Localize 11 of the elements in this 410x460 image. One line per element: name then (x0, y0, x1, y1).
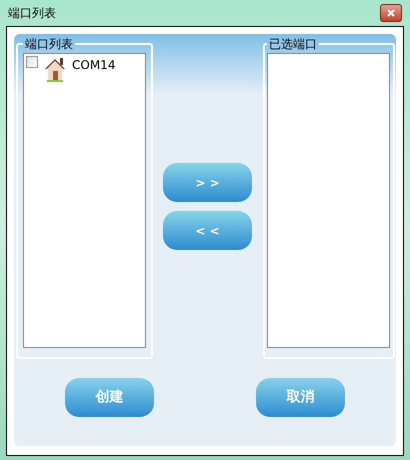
group-title: 端口列表 (24, 36, 74, 53)
close-icon (387, 9, 395, 17)
group-title: 已选端口 (268, 36, 318, 53)
action-button[interactable]: 创建 (65, 378, 154, 417)
window-title: 端口列表 (8, 5, 56, 22)
transfer-button[interactable]: > > (163, 163, 252, 202)
action-button[interactable]: 取消 (256, 378, 345, 417)
checkbox[interactable] (26, 56, 38, 68)
transfer-button[interactable]: < < (163, 211, 252, 250)
port-name: COM14 (72, 57, 116, 74)
close-button[interactable] (380, 4, 402, 22)
